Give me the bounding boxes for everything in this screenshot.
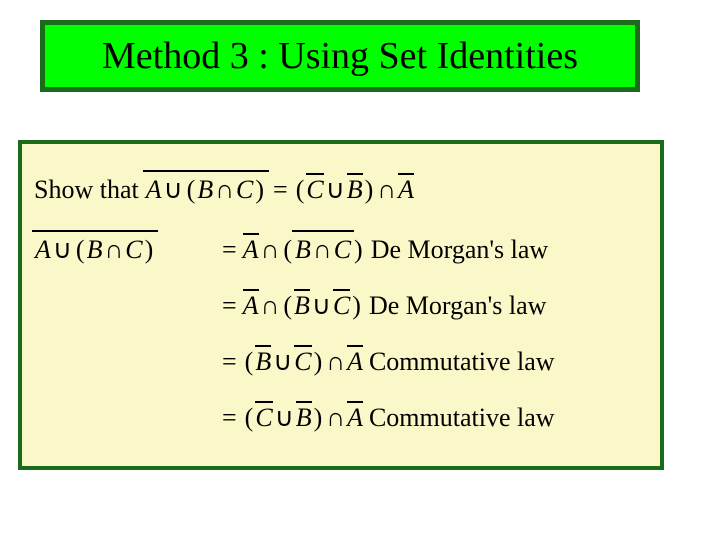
statement-rhs: (C∪B)∩A [294,175,414,205]
statement-lhs: A∪(B∩C) [145,175,267,205]
step-2: = A∩(B∪C) De Morgan's law [34,278,648,334]
step-1-justification: De Morgan's law [371,235,549,265]
step-3-justification: Commutative law [369,347,555,377]
statement-line: Show that A∪(B∩C) = (C∪B)∩A [34,162,648,218]
step-4-justification: Commutative law [369,403,555,433]
step-2-rhs: A∩(B∪C) [243,291,363,321]
step-4: = (C∪B)∩A Commutative law [34,390,648,446]
step-4-rhs: (C∪B)∩A [243,403,363,433]
step-1: A∪(B∩C) = A∩(B∩C) De Morgan's law [34,222,648,278]
step-1-lhs: A∪(B∩C) [34,235,216,265]
step-2-justification: De Morgan's law [369,291,547,321]
step-3-rhs: (B∪C)∩A [243,347,363,377]
step-1-rhs: A∩(B∩C) [243,235,365,265]
step-3: = (B∪C)∩A Commutative law [34,334,648,390]
show-label: Show that [34,175,139,205]
proof-content-box: Show that A∪(B∩C) = (C∪B)∩A A∪(B∩C) = A∩… [18,140,664,470]
slide-title: Method 3 : Using Set Identities [102,34,578,78]
title-box: Method 3 : Using Set Identities [40,20,640,92]
